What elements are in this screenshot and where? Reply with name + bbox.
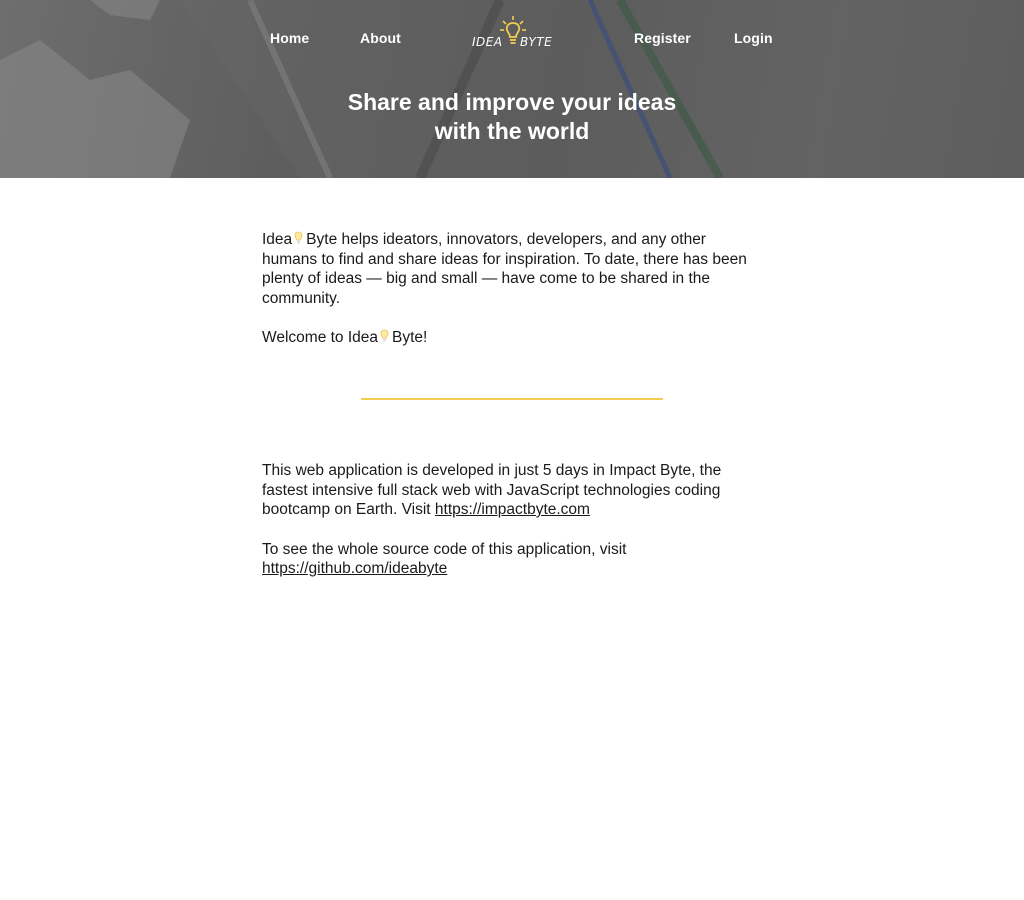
welcome-suffix: Byte! — [392, 329, 428, 346]
about-paragraph: This web application is developed in jus… — [262, 461, 762, 520]
about-section: This web application is developed in jus… — [262, 461, 762, 599]
top-nav: Home About IDEA BYTE Register Login — [0, 0, 1024, 78]
hero-title-line1: Share and improve your ideas — [347, 89, 677, 115]
section-divider — [361, 398, 663, 400]
logo-text-left: IDEA — [472, 35, 503, 49]
logo-text-right: BYTE — [520, 35, 553, 49]
logo[interactable]: IDEA BYTE — [470, 16, 554, 52]
source-paragraph: To see the whole source code of this app… — [262, 540, 762, 579]
nav-about-link[interactable]: About — [360, 30, 401, 46]
source-text: To see the whole source code of this app… — [262, 540, 627, 558]
nav-login-link[interactable]: Login — [734, 30, 773, 46]
intro-paragraph: Idea Byte helps ideators, innovators, dev… — [262, 230, 762, 308]
hero-title: Share and improve your ideas with the wo… — [0, 88, 1024, 146]
welcome-prefix: Welcome to Idea — [262, 329, 379, 346]
lightbulb-icon — [294, 231, 303, 244]
hero-title-line2: with the world — [434, 118, 590, 144]
hero-banner: Home About IDEA BYTE Register Login Shar… — [0, 0, 1024, 178]
github-link[interactable]: https://github.com/ideabyte — [262, 560, 447, 577]
intro-brand-prefix: Idea — [262, 231, 293, 248]
impactbyte-link[interactable]: https://impactbyte.com — [435, 501, 590, 518]
intro-text: Byte helps ideators, innovators, develop… — [262, 231, 747, 307]
nav-home-link[interactable]: Home — [270, 30, 309, 46]
nav-register-link[interactable]: Register — [634, 30, 691, 46]
lightbulb-icon — [380, 329, 389, 342]
welcome-paragraph: Welcome to Idea Byte! — [262, 328, 762, 348]
intro-section: Idea Byte helps ideators, innovators, dev… — [262, 230, 762, 368]
